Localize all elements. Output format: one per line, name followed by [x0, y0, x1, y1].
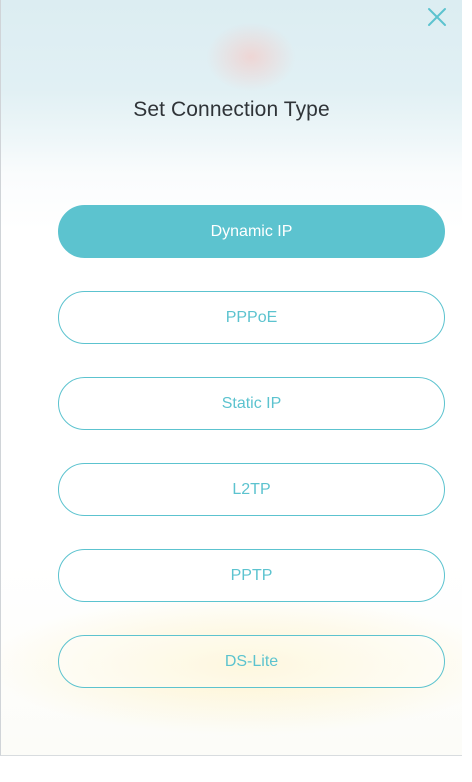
option-ds-lite[interactable]: DS-Lite [58, 635, 445, 688]
close-button[interactable] [423, 4, 451, 32]
option-label: DS-Lite [224, 652, 279, 670]
option-dynamic-ip[interactable]: Dynamic IP [58, 205, 445, 258]
screen: Set Connection Type Dynamic IP PPPoE Sta… [0, 0, 472, 782]
option-label: PPTP [230, 566, 273, 584]
option-pptp[interactable]: PPTP [58, 549, 445, 602]
option-static-ip[interactable]: Static IP [58, 377, 445, 430]
dialog-title: Set Connection Type [133, 98, 330, 121]
option-label: PPPoE [225, 308, 278, 326]
option-pppoe[interactable]: PPPoE [58, 291, 445, 344]
close-icon [428, 8, 446, 26]
decorative-glow [206, 22, 296, 92]
option-label: Static IP [221, 394, 282, 412]
option-l2tp[interactable]: L2TP [58, 463, 445, 516]
option-label: Dynamic IP [210, 222, 293, 240]
option-label: L2TP [232, 480, 271, 498]
connection-type-dialog: Set Connection Type Dynamic IP PPPoE Sta… [0, 0, 462, 756]
connection-type-options: Dynamic IP PPPoE Static IP L2TP PPTP DS-… [58, 205, 445, 721]
